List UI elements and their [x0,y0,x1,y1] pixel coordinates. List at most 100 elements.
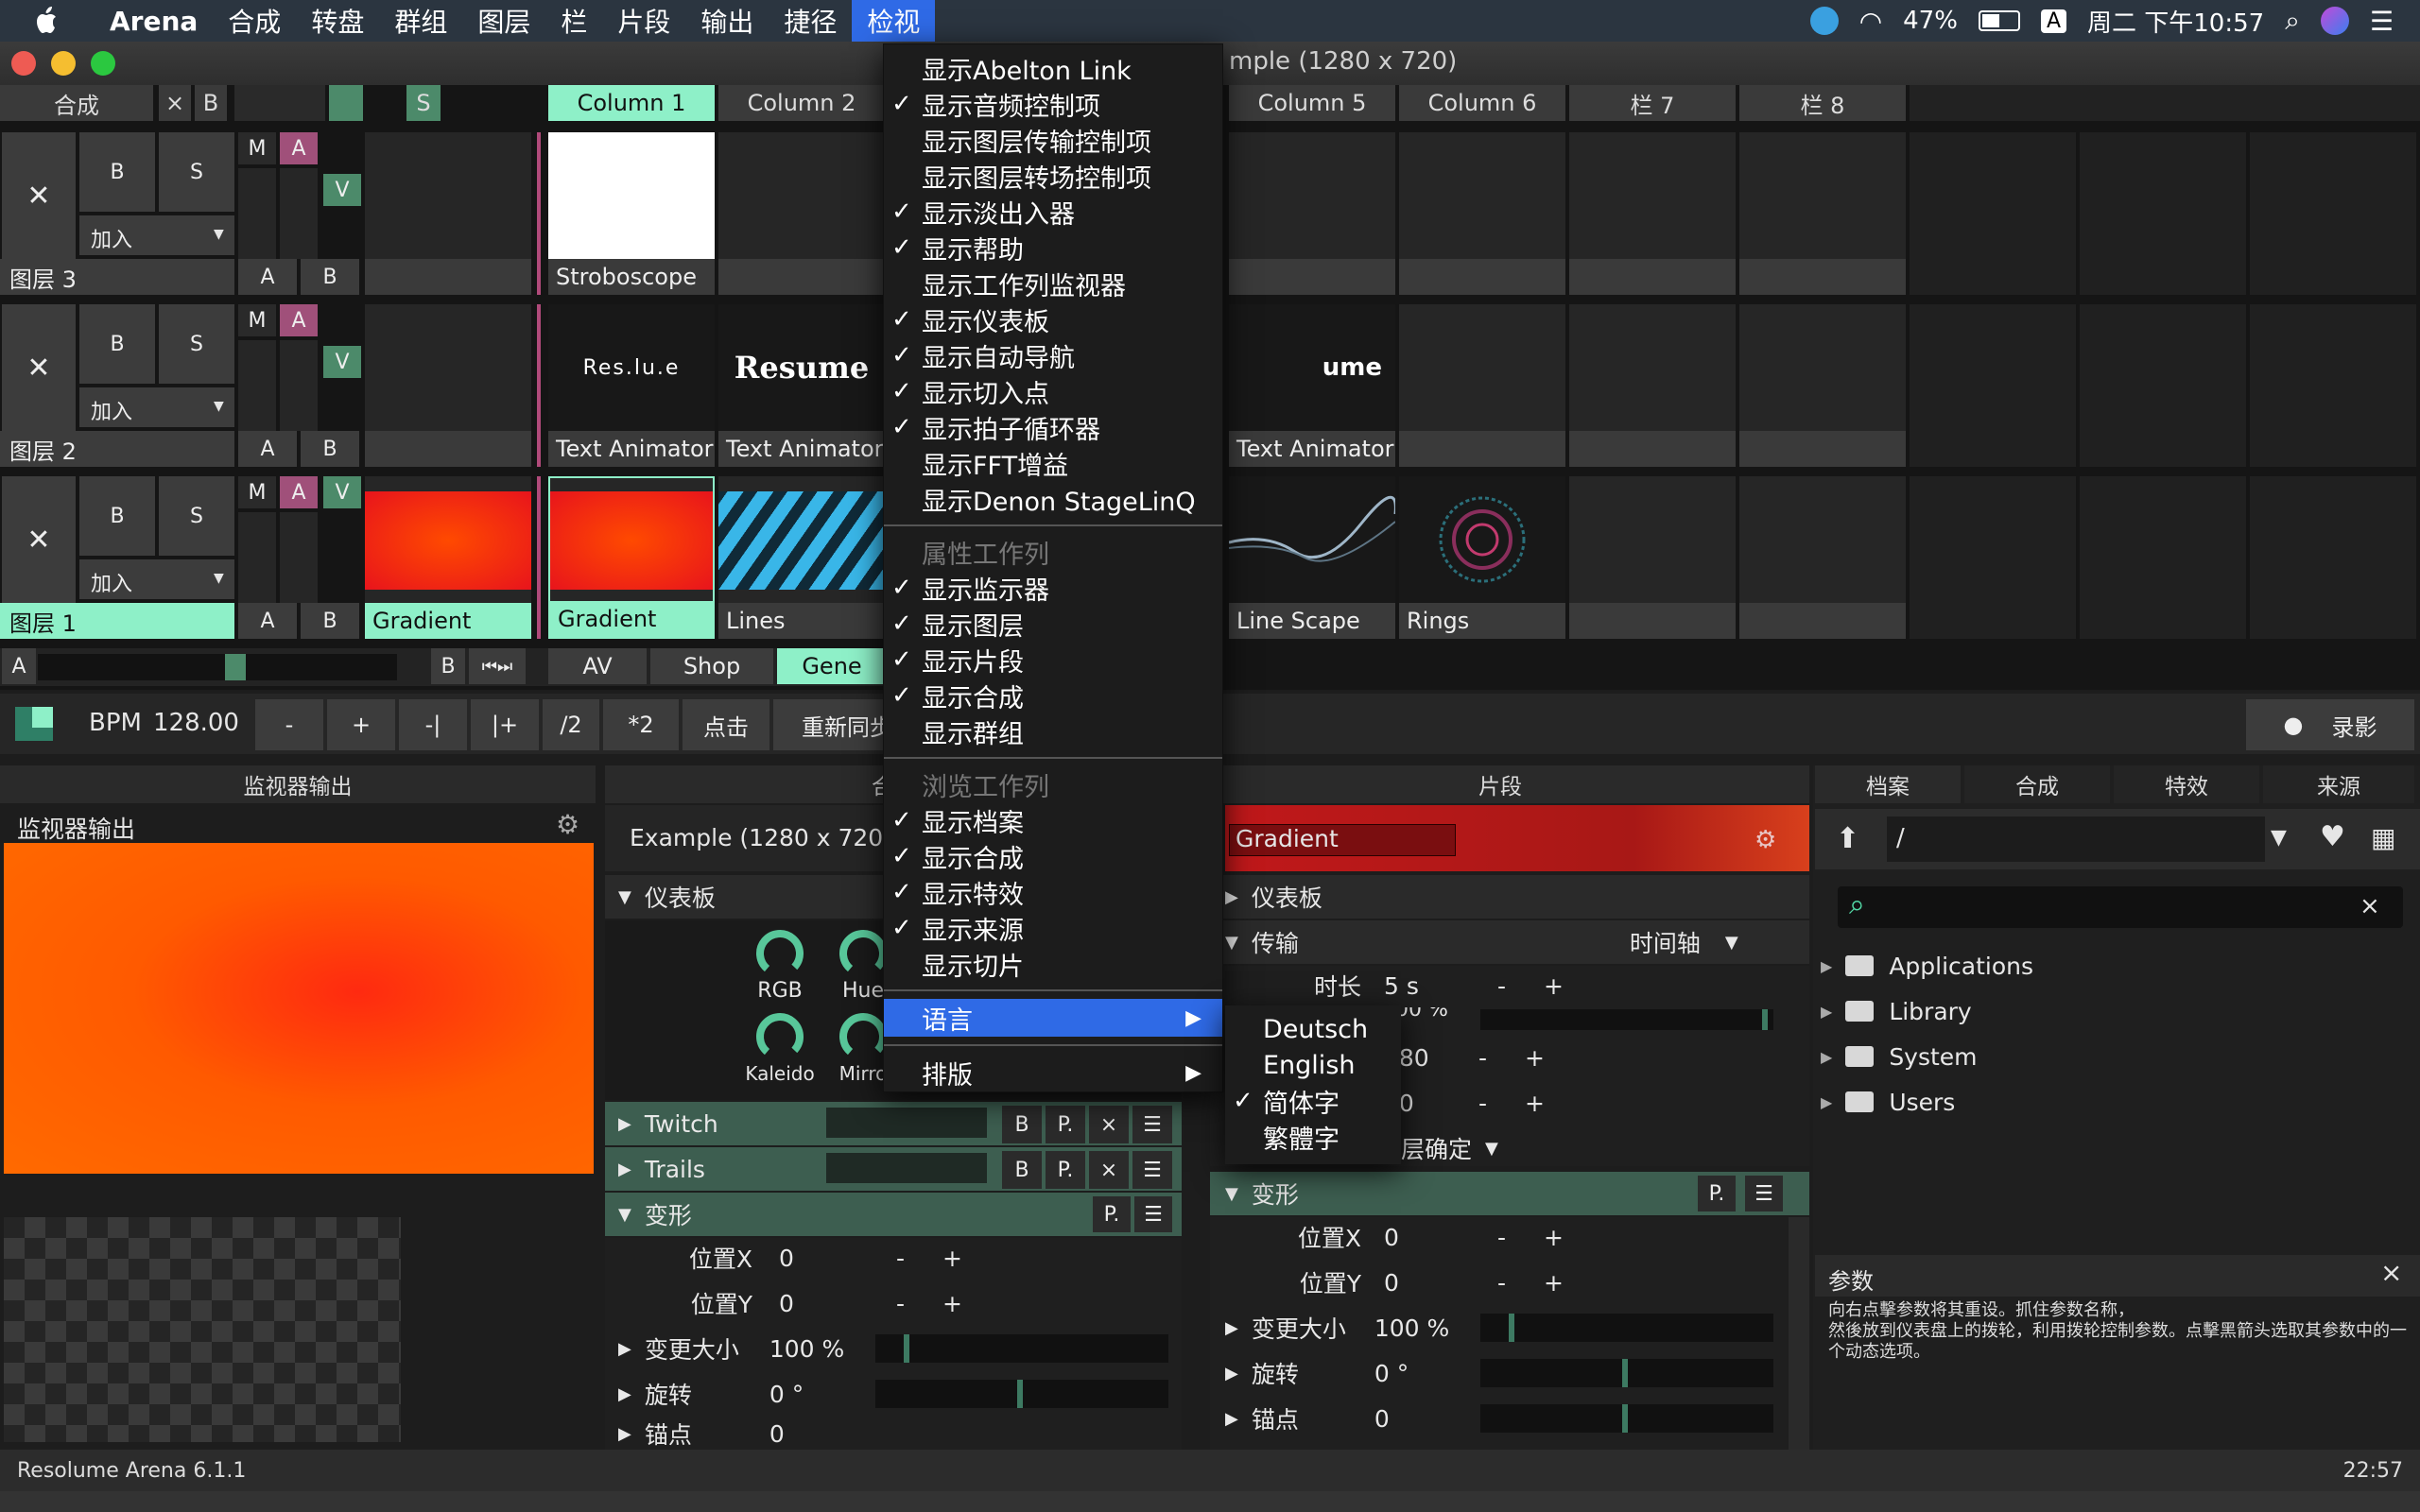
chevron-down-icon[interactable]: ▼ [1725,933,1738,953]
menu-composition[interactable]: 合成 [213,0,296,42]
clip-gradient-layer[interactable]: Gradient [365,476,531,639]
menu-item[interactable]: ✓ 显示监示器 [884,570,1222,606]
clip-r4-row[interactable]: 20-+ [1384,1081,1800,1125]
layer-mask-button[interactable]: M [238,304,276,336]
menu-item[interactable]: ✓ 显示合成 [884,838,1222,874]
layer-solo-button[interactable]: S [159,476,234,556]
apple-icon[interactable] [0,6,95,36]
empty-clip-slot[interactable] [1910,476,2076,639]
empty-clip-slot[interactable] [2080,304,2246,467]
menu-item[interactable]: 显示Abelton Link [884,50,1222,86]
twitch-mix-slider[interactable] [826,1108,987,1138]
bpm-value[interactable]: 128.00 [153,709,239,737]
empty-clip-slot[interactable] [1910,132,2076,295]
param-minus[interactable]: - [1497,1269,1506,1297]
menu-item-language[interactable]: 语言 ▶ [884,999,1222,1037]
layer-autopilot-slot[interactable] [365,132,531,295]
browser-folder-item[interactable]: ▶ Users [1815,1081,2420,1123]
menu-item[interactable]: 显示图层转场控制项 [884,158,1222,194]
param-minus[interactable]: - [1478,1090,1487,1117]
menu-item[interactable]: 显示工作列监视器 [884,266,1222,301]
layer-opacity-slider[interactable] [238,168,276,259]
column-1-header[interactable]: Column 1 [548,85,715,121]
clip-transport-row[interactable]: ▼ 传输 时间轴 ▼ [1210,920,1809,964]
empty-clip-slot[interactable] [1739,132,1906,295]
clip-duration-row[interactable]: 时长 5 s - + [1210,964,1809,1007]
knob-kaleido[interactable]: Kaleido [745,1011,815,1085]
empty-clip-slot[interactable] [1399,304,1565,467]
clip-rotation-slider[interactable] [1480,1359,1773,1387]
clip-posy-row[interactable]: 位置Y 0- + [1210,1261,1787,1304]
input-source-icon[interactable]: A [2040,9,2066,33]
master-slider[interactable] [234,85,325,121]
layer-video-button[interactable]: V [323,476,361,508]
clip-posx-row[interactable]: 位置X 0- + [1210,1215,1787,1259]
clip-r5-row[interactable]: 层确定 ▼ [1401,1126,1817,1170]
deck-tab-av[interactable]: AV [548,648,647,684]
twitch-remove-button[interactable]: × [1089,1106,1129,1143]
param-value[interactable]: 0 [779,1290,892,1317]
clear-all-button[interactable]: × [159,85,191,121]
monitor-gear-icon[interactable]: ⚙ [556,809,579,840]
layer-solo-button[interactable]: S [159,132,234,212]
layer-crossfade-b[interactable]: B [301,431,359,467]
empty-clip-slot[interactable] [2250,132,2416,295]
param-minus[interactable]: - [896,1290,905,1317]
menu-item[interactable]: 显示Denon StageLinQ [884,481,1222,517]
menu-output[interactable]: 输出 [685,0,769,42]
menu-item[interactable]: ✓ 显示图层 [884,606,1222,642]
layer-bypass-button[interactable]: B [79,304,155,384]
comp-anchor-row[interactable]: ▶ 锚点 0 [605,1418,1182,1450]
layer-volume-slider[interactable] [280,168,318,259]
clip-gear-icon[interactable]: ⚙ [1754,826,1776,854]
param-value[interactable]: 0 [1384,1269,1497,1297]
menu-clip[interactable]: 片段 [602,0,685,42]
param-minus[interactable]: - [1497,972,1506,1000]
menu-item[interactable]: 显示切片 [884,946,1222,982]
siri-icon[interactable] [2320,7,2349,35]
menu-view[interactable]: 检视 [852,0,936,42]
clip-anchor-slider[interactable] [1480,1404,1773,1433]
browser-tab-compositions[interactable]: 合成 [1964,765,2110,803]
chevron-down-icon[interactable]: ▼ [214,399,224,414]
param-plus[interactable]: + [942,1290,962,1317]
param-value[interactable]: 0 [1384,1224,1497,1251]
layer-opacity-slider[interactable] [238,340,276,431]
menu-deck[interactable]: 转盘 [296,0,379,42]
clip-transform-menu-icon[interactable]: ☰ [1745,1176,1783,1211]
deck-tab-shop[interactable]: Shop [650,648,773,684]
column-6-header[interactable]: Column 6 [1399,85,1565,121]
layer-crossfade-a[interactable]: A [238,259,297,295]
favorite-heart-icon[interactable]: ♥ [2320,820,2345,853]
menu-group[interactable]: 群组 [379,0,462,42]
nudge-plus-button[interactable]: |+ [471,699,539,750]
notification-center-icon[interactable]: ☰ [2370,6,2394,37]
monitor-panel-header[interactable]: 监视器输出 [0,765,596,803]
layer-crossfade-a[interactable]: A [238,603,297,639]
browser-tab-files[interactable]: 档案 [1815,765,1961,803]
nudge-minus-button[interactable]: -| [399,699,467,750]
twitch-bypass-button[interactable]: B [1002,1106,1042,1143]
empty-clip-slot[interactable] [1569,132,1736,295]
crossfader[interactable] [38,654,397,680]
bpm-plus-button[interactable]: + [327,699,395,750]
column-8-header[interactable]: 栏 8 [1739,85,1906,121]
layer-name[interactable]: 图层 3 [0,259,234,295]
layer-opacity-slider[interactable] [238,512,276,603]
layer-name[interactable]: 图层 1 [0,603,234,639]
layer-add-select[interactable]: 加入 [79,559,234,599]
trails-menu-icon[interactable]: ☰ [1132,1151,1172,1189]
layer-autopilot-slot[interactable] [365,304,531,467]
column-7-header[interactable]: 栏 7 [1569,85,1736,121]
layer-volume-slider[interactable] [280,340,318,431]
layer-video-button[interactable]: V [323,174,361,206]
menu-shortcuts[interactable]: 捷径 [769,0,852,42]
menu-item-layout[interactable]: 排版 ▶ [884,1054,1222,1091]
menu-item[interactable]: 显示图层传输控制项 [884,122,1222,158]
menu-item[interactable]: 显示FFT增益 [884,445,1222,481]
composition-label[interactable]: 合成 [0,85,153,121]
param-value[interactable]: 100 % [1374,1314,1469,1342]
layer-name[interactable]: 图层 2 [0,431,234,467]
zoom-window-icon[interactable] [91,51,115,76]
menu-item[interactable]: ✓ 显示特效 [884,874,1222,910]
